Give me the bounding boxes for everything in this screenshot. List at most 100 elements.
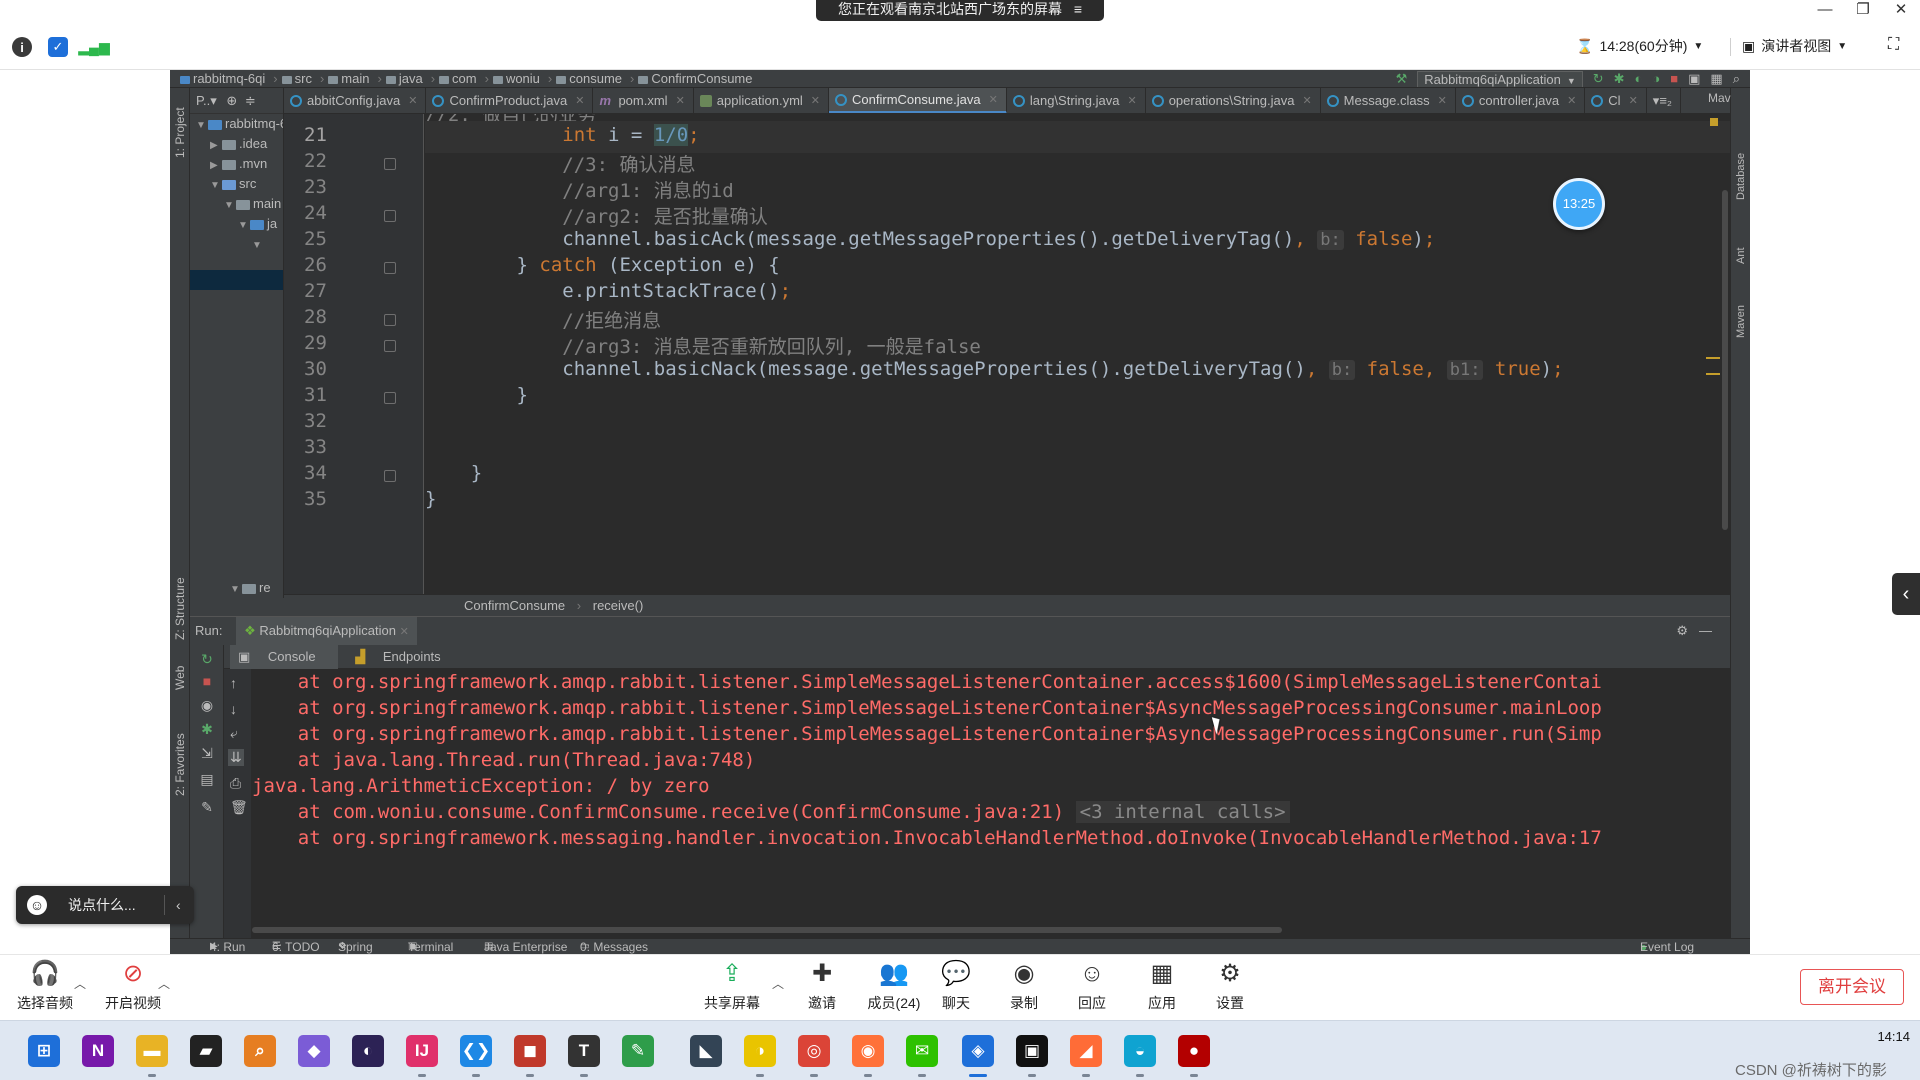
toolbar-button[interactable]: ⊘ 开启视频 — [100, 959, 166, 1013]
toolbar-button[interactable]: 👥 成员(24) — [856, 959, 932, 1013]
taskbar-clock[interactable]: 14:14 — [1850, 1029, 1910, 1044]
console-line[interactable]: java.lang.ArithmeticException: / by zero — [252, 775, 710, 797]
close-icon[interactable]: ✕ — [575, 88, 584, 113]
fold-icon[interactable] — [384, 314, 396, 326]
run-config-tab[interactable]: ❖ Rabbitmq6qiApplication ✕ — [236, 617, 417, 645]
structure-tool-tab[interactable]: Z: Structure — [173, 577, 187, 640]
hammer-icon[interactable]: ⚒ — [1396, 70, 1408, 87]
fold-icon[interactable] — [384, 340, 396, 352]
chevron-down-icon[interactable]: ▼ — [252, 236, 264, 254]
console-line[interactable]: at org.springframework.amqp.rabbit.liste… — [252, 697, 1602, 719]
edge-icon[interactable]: ◒ — [1124, 1035, 1156, 1067]
app-icon[interactable]: ◑ — [744, 1035, 776, 1067]
tabs-overflow-button[interactable]: ▾≡₂ — [1647, 88, 1681, 113]
editor-tab[interactable]: controller.java ✕ — [1456, 88, 1586, 113]
floating-timer[interactable]: 13:25 — [1553, 178, 1605, 230]
editor-tab[interactable]: abbitConfig.java ✕ — [284, 88, 427, 113]
fullscreen-icon[interactable]: ⛶ — [1888, 36, 1899, 54]
tree-item[interactable]: ▼ rabbitmq-6 — [190, 114, 283, 134]
firefox-icon[interactable]: ◉ — [852, 1035, 884, 1067]
side-panel-toggle[interactable]: ‹ — [1892, 573, 1920, 615]
view-mode-selector[interactable]: ▣ 演讲者视图 ▼ — [1742, 36, 1847, 56]
code-area[interactable]: //2: 做自己的业务 int i = 1/0; //3: 确认消息 //arg… — [425, 114, 1750, 594]
web-tool-tab[interactable]: Web — [173, 666, 187, 690]
chrome-icon[interactable]: ◎ — [798, 1035, 830, 1067]
fold-icon[interactable] — [384, 470, 396, 482]
nav-crumb[interactable]: com — [439, 71, 477, 86]
close-icon[interactable]: ✕ — [1438, 88, 1447, 113]
chevron-right-icon[interactable]: ▶ — [210, 156, 222, 174]
soft-wrap-icon[interactable]: ⤶ — [230, 725, 238, 742]
chevron-down-icon[interactable]: ▼ — [224, 196, 236, 214]
shield-icon[interactable]: ✓ — [48, 37, 68, 57]
tree-item[interactable]: ▼ ja — [190, 214, 283, 234]
visual-studio-icon[interactable]: ◆ — [298, 1035, 330, 1067]
onenote-icon[interactable]: N — [82, 1035, 114, 1067]
arrow-down-icon[interactable]: ↓ — [230, 701, 237, 717]
internal-calls-link[interactable]: <3 internal calls> — [1075, 801, 1290, 823]
run-config-selector[interactable]: Rabbitmq6qiApplication ▼ — [1417, 70, 1583, 87]
fold-icon[interactable] — [384, 392, 396, 404]
layout-icon[interactable]: ▤ — [199, 771, 215, 787]
layout-icon[interactable]: ▣ — [1688, 70, 1700, 87]
close-icon[interactable]: ✕ — [1629, 88, 1638, 113]
close-icon[interactable]: ✕ — [1127, 88, 1136, 113]
vscode-icon[interactable]: ❮❯ — [460, 1035, 492, 1067]
trash-icon[interactable]: 🗑 — [230, 799, 248, 816]
intellij-icon[interactable]: IJ — [406, 1035, 438, 1067]
info-icon[interactable]: i — [12, 37, 32, 57]
debug-icon[interactable]: ✱ — [199, 721, 215, 737]
nav-crumb[interactable]: java — [385, 71, 423, 86]
console-tab[interactable]: ▣ Console — [230, 645, 338, 669]
toolbar-button[interactable]: ▦ 应用 — [1130, 959, 1194, 1013]
editor-tab[interactable]: m pom.xml ✕ — [593, 88, 694, 113]
pin-icon[interactable]: ✎ — [199, 799, 215, 815]
console-line[interactable]: at com.woniu.consume.ConfirmConsume.rece… — [252, 801, 1290, 823]
sticky-notes-icon[interactable]: ▰ — [190, 1035, 222, 1067]
wechat-icon[interactable]: ✉ — [906, 1035, 938, 1067]
project-tool-tab[interactable]: 1: Project — [173, 107, 187, 158]
meeting-timer[interactable]: ⌛ 14:28(60分钟) ▼ — [1576, 36, 1703, 56]
editor-tab[interactable]: Message.class ✕ — [1321, 88, 1456, 113]
restore-icon[interactable]: ❐ — [1844, 0, 1882, 20]
close-icon[interactable]: ✕ — [1882, 0, 1920, 20]
close-icon[interactable]: ✕ — [811, 88, 820, 113]
project-structure-icon[interactable]: ▦ — [1710, 70, 1722, 87]
chevron-up-icon[interactable]: ︿ — [772, 975, 784, 992]
search-icon[interactable]: ⌕ — [1733, 70, 1740, 87]
nav-crumb[interactable]: main — [328, 71, 369, 86]
search-tool-icon[interactable]: ⌕ — [244, 1035, 276, 1067]
editor-tab[interactable]: application.yml ✕ — [694, 88, 830, 113]
share-banner[interactable]: 您正在观看南京北站西广场东的屏幕 ≡ — [816, 0, 1104, 21]
console-line[interactable]: at org.springframework.amqp.rabbit.liste… — [252, 671, 1602, 693]
chevron-left-icon[interactable]: ‹ — [176, 886, 181, 924]
meeting-app-icon[interactable]: ◈ — [962, 1035, 994, 1067]
terminal-icon[interactable]: ▣ — [1016, 1035, 1048, 1067]
toolbar-button[interactable]: ☺ 回应 — [1060, 959, 1124, 1013]
rerun-icon[interactable]: ↻ — [1593, 70, 1604, 87]
camera-icon[interactable]: ◉ — [199, 697, 215, 713]
close-icon[interactable]: ✕ — [989, 88, 998, 113]
eclipse-icon[interactable]: ◐ — [352, 1035, 384, 1067]
scroll-end-icon[interactable]: ⇊ — [228, 749, 244, 766]
chevron-down-icon[interactable]: ▼ — [238, 216, 250, 234]
file-explorer-icon[interactable]: ▬ — [136, 1035, 168, 1067]
close-icon[interactable]: ✕ — [676, 88, 685, 113]
gear-icon[interactable]: ⚙ — [1676, 617, 1688, 645]
console-line[interactable]: at java.lang.Thread.run(Thread.java:748) — [252, 749, 756, 771]
debug-icon[interactable]: ✱ — [1614, 70, 1625, 87]
minimize-icon[interactable]: — — [1806, 0, 1844, 20]
console-output[interactable]: at org.springframework.amqp.rabbit.liste… — [252, 669, 1730, 927]
tree-item[interactable]: ▼ re — [190, 578, 283, 598]
redis-icon[interactable]: ◼ — [514, 1035, 546, 1067]
breadcrumb-method[interactable]: receive() — [593, 598, 644, 613]
code-editor[interactable]: 21 22 23 24 25 26 27 28 29 30 31 32 33 34 35 //2: 做自己的… — [284, 114, 1750, 594]
editor-tab[interactable]: ConfirmConsume.java ✕ — [829, 88, 1007, 113]
toolbar-button[interactable]: ⇪ 共享屏幕 — [700, 959, 764, 1013]
stop-icon[interactable]: ■ — [199, 673, 215, 689]
editor-tab[interactable]: lang\String.java ✕ — [1007, 88, 1146, 113]
close-icon[interactable]: ✕ — [408, 88, 417, 113]
toolbar-button[interactable]: ✚ 邀请 — [790, 959, 854, 1013]
editor-scrollbar[interactable] — [1722, 190, 1728, 530]
print-icon[interactable]: ⎙ — [230, 775, 241, 792]
